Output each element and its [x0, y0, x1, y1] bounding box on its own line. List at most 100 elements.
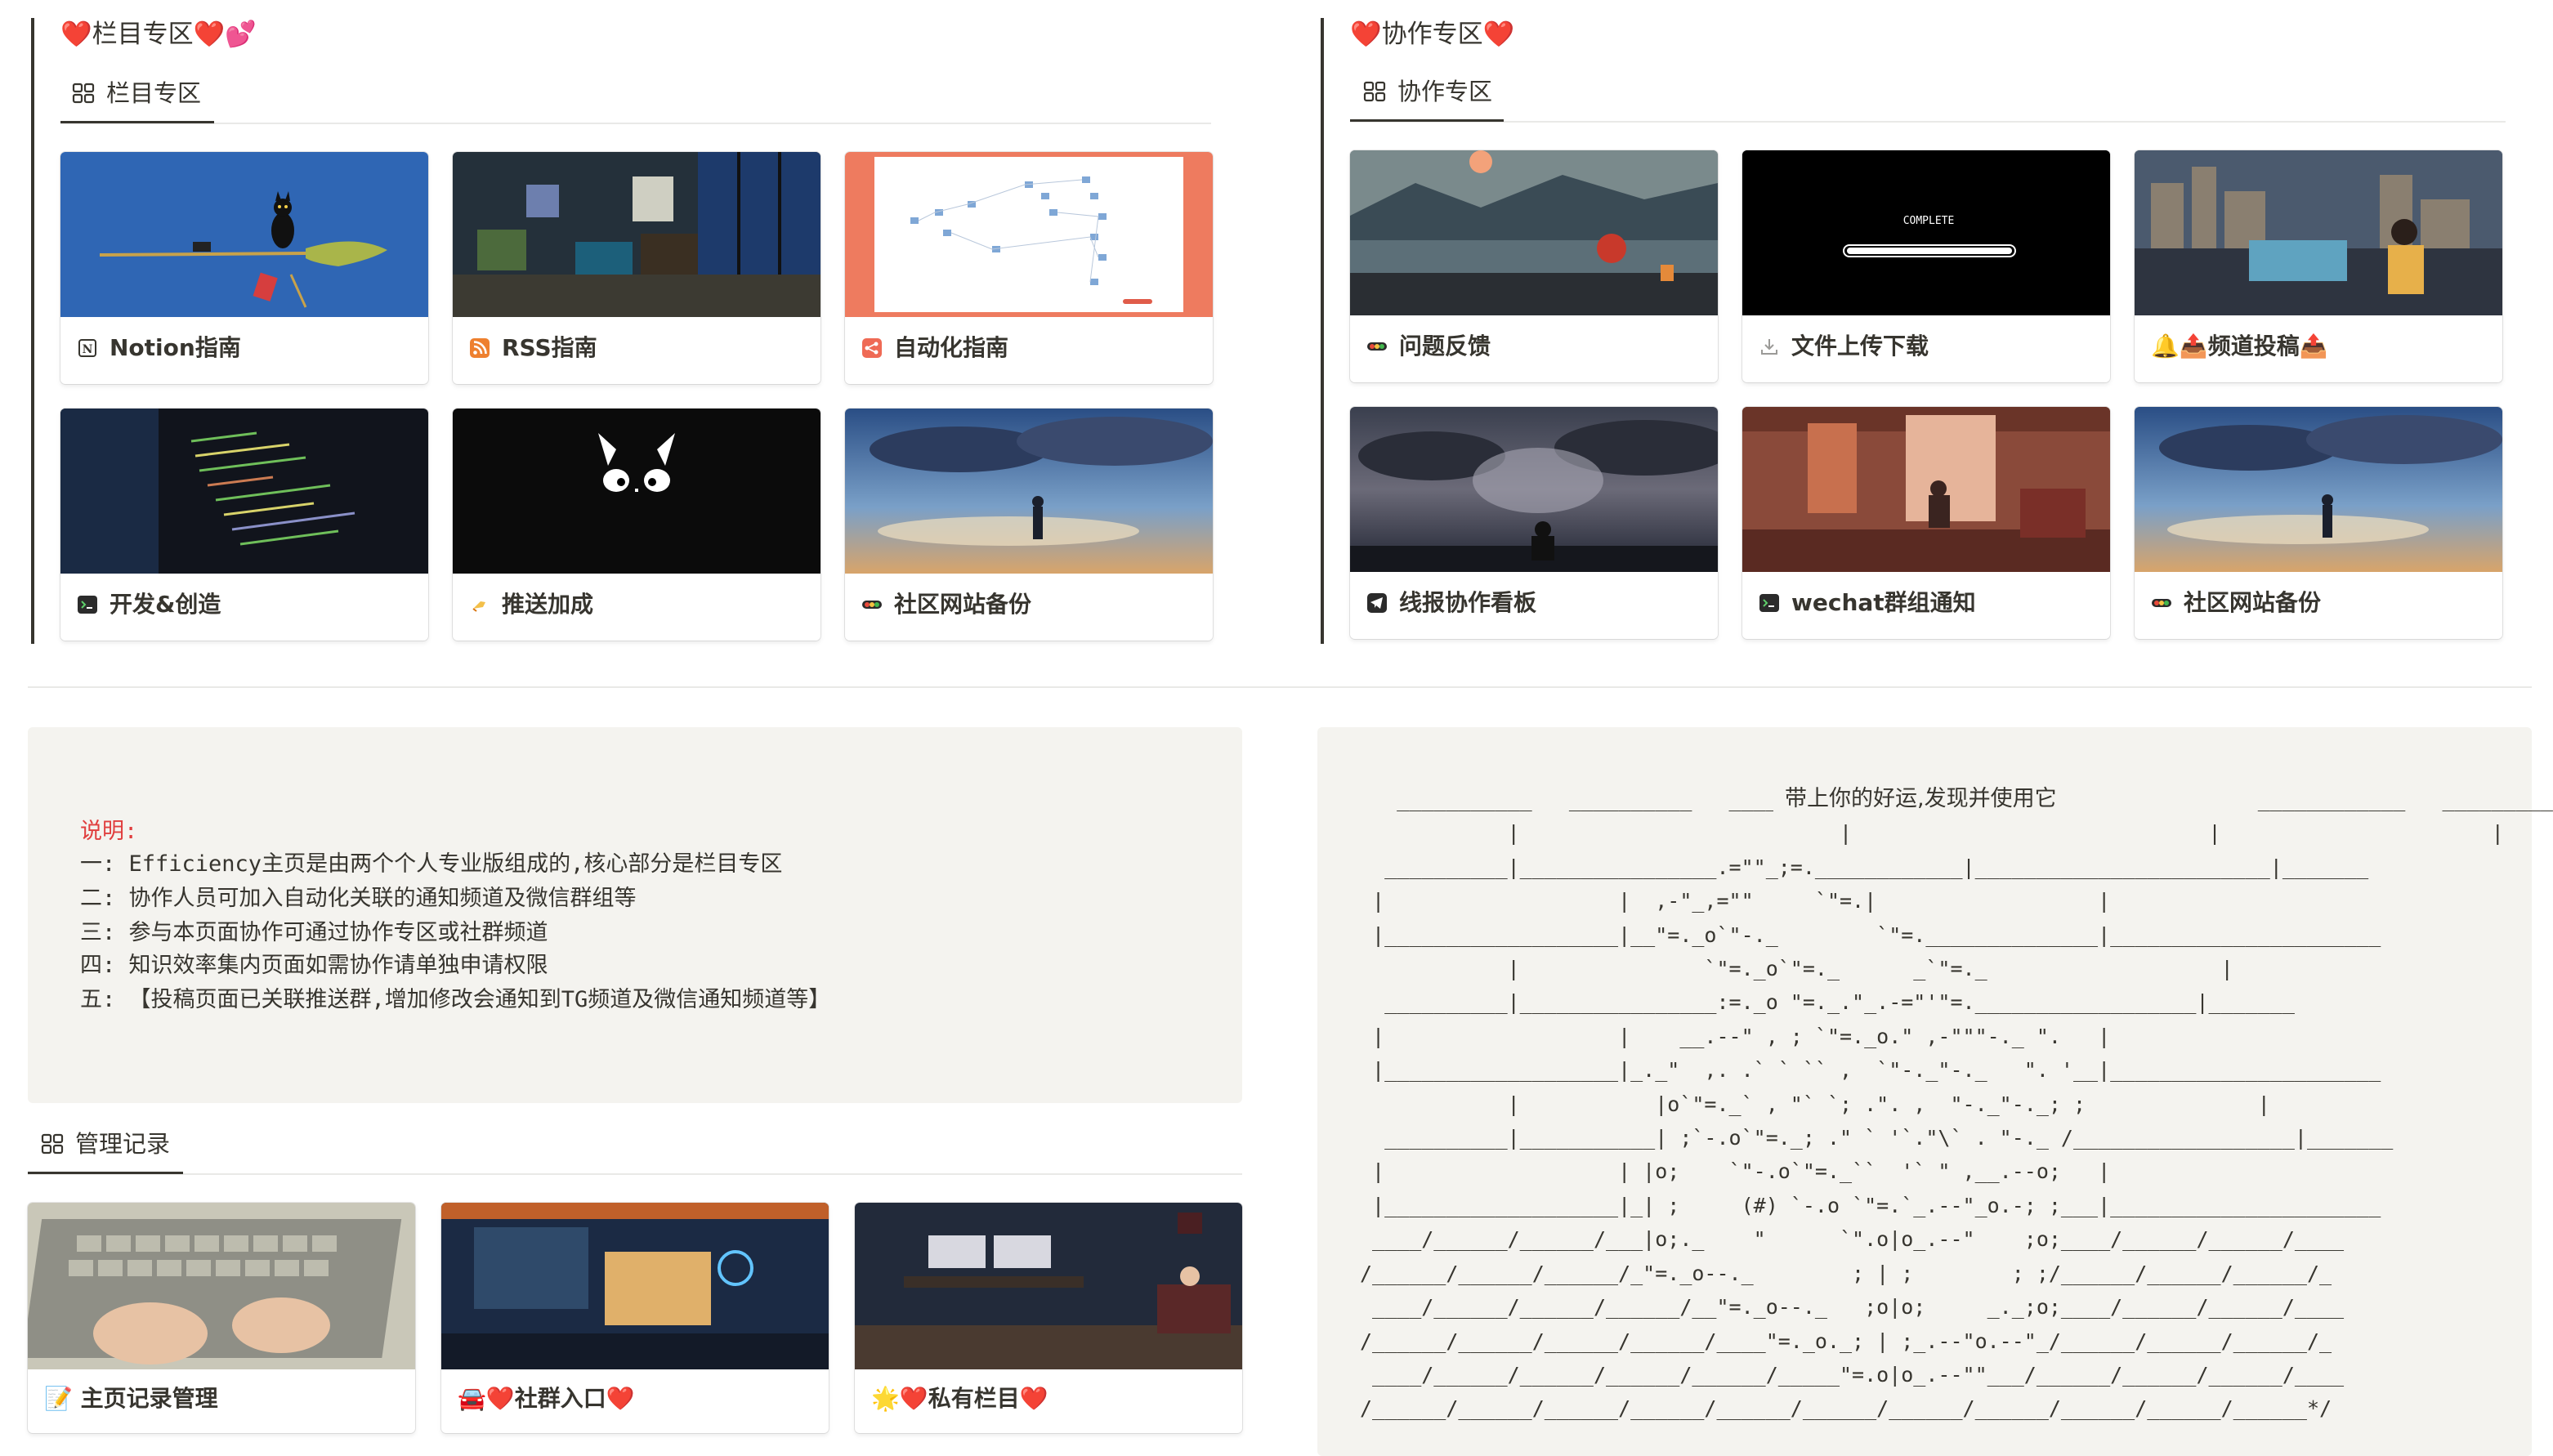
left-section-bar [31, 18, 34, 644]
sky-boy-image [845, 409, 1213, 574]
traffic-light-icon [1367, 342, 1387, 351]
starry-sky-image [1350, 407, 1718, 572]
card-title: 🚘❤️社群入口❤️ [458, 1384, 635, 1414]
card-push-boost[interactable]: 推送加成 [453, 409, 820, 641]
description-callout [28, 727, 1242, 1103]
card-cover [453, 409, 820, 574]
card-issue-feedback[interactable]: 问题反馈 [1350, 150, 1718, 382]
shop-front-image [441, 1203, 829, 1369]
traffic-light-icon [862, 601, 882, 609]
card-label: 🔔📤频道投稿📤 [2151, 333, 2328, 360]
card-community-backup[interactable]: 社区网站备份 [845, 409, 1213, 641]
card-label: 📝 主页记录管理 [44, 1385, 218, 1412]
card-label: 自动化指南 [894, 334, 1009, 361]
card-notion-guide[interactable]: N Notion指南 [60, 152, 428, 384]
card-cover [2135, 150, 2502, 315]
card-wechat-group-notice[interactable]: wechat群组通知 [1742, 407, 2110, 639]
card-cover [453, 152, 820, 317]
card-cover [845, 152, 1213, 317]
card-cover [60, 409, 428, 574]
telegram-icon [1367, 593, 1387, 613]
card-community-backup-2[interactable]: 社区网站备份 [2135, 407, 2502, 639]
card-title: 📝 主页记录管理 [44, 1384, 218, 1414]
rss-icon [470, 338, 490, 358]
card-title: 文件上传下载 [1759, 332, 1929, 361]
description-heading: 说明: [80, 819, 138, 844]
automation-icon [862, 338, 882, 358]
terminal-icon [78, 596, 97, 614]
tab-active-underline [60, 121, 214, 123]
card-cover [1350, 150, 1718, 315]
complete-text: COMPLETE [1903, 215, 1955, 227]
left-section-title: ❤️栏目专区❤️💕 [60, 20, 257, 49]
tab-label: 栏目专区 [106, 79, 202, 107]
card-homepage-record[interactable]: 📝 主页记录管理 [28, 1203, 415, 1433]
pixel-room-image [453, 152, 820, 317]
code-screen-image [60, 409, 428, 574]
lakeside-room-image [1350, 150, 1718, 315]
card-label: 社区网站备份 [894, 591, 1032, 618]
card-intel-board[interactable]: 线报协作看板 [1350, 407, 1718, 639]
tab-label: 协作专区 [1397, 78, 1493, 105]
card-rss-guide[interactable]: RSS指南 [453, 152, 820, 384]
description-line-3: 三: 参与本页面协作可通过协作专区或社群频道 [80, 920, 548, 945]
card-label: 🌟❤️私有栏目❤️ [871, 1385, 1048, 1412]
card-title: 推送加成 [469, 590, 593, 619]
right-section-bar [1321, 18, 1324, 644]
card-title: 🔔📤频道投稿📤 [2151, 332, 2328, 361]
description-line-1: 一: Efficiency主页是由两个个人专业版组成的,核心部分是栏目专区 [80, 851, 783, 877]
card-cover: COMPLETE [1742, 150, 2110, 315]
card-label: wechat群组通知 [1791, 589, 1976, 616]
card-private-column[interactable]: 🌟❤️私有栏目❤️ [855, 1203, 1242, 1433]
cat-face-image [453, 409, 820, 574]
city-night-desk-image [2135, 150, 2502, 315]
tab-active-underline [28, 1172, 183, 1174]
card-cover [845, 409, 1213, 574]
download-icon [1761, 339, 1777, 355]
card-title: 🌟❤️私有栏目❤️ [871, 1384, 1048, 1414]
card-automation-guide[interactable]: 自动化指南 [845, 152, 1213, 384]
witch-cat-broom-image [60, 152, 428, 317]
keyboard-hands-image [28, 1203, 415, 1369]
description-line-2: 二: 协作人员可加入自动化关联的通知频道及微信群组等 [80, 886, 637, 911]
card-cover [1350, 407, 1718, 572]
card-file-upload-download[interactable]: COMPLETE 文件上传下载 [1742, 150, 2110, 382]
workflow-screenshot-image [845, 152, 1213, 317]
card-label: RSS指南 [502, 334, 597, 361]
warm-room-guitar-image [1742, 407, 2110, 572]
gamer-room-image [855, 1203, 1242, 1369]
description-line-5: 五: 【投稿页面已关联推送群,增加修改会通知到TG频道及微信通知频道等】 [80, 987, 831, 1012]
tab-label: 管理记录 [75, 1130, 171, 1158]
tab-divider [1350, 121, 2506, 123]
card-channel-submission[interactable]: 🔔📤频道投稿📤 [2135, 150, 2502, 382]
svg-text:N: N [83, 343, 93, 356]
ascii-art-block: ___________ __________ _______ _________… [1360, 788, 2553, 1421]
card-cover [2135, 407, 2502, 572]
tab-collab-zone[interactable]: 协作专区 [1363, 77, 1492, 106]
card-title: 社区网站备份 [2151, 588, 2321, 618]
gallery-view-icon [1363, 81, 1386, 102]
tab-management-records[interactable]: 管理记录 [41, 1129, 170, 1159]
card-label: 推送加成 [502, 591, 594, 618]
card-title: 问题反馈 [1366, 332, 1491, 361]
tab-active-underline [1350, 119, 1504, 122]
card-label: Notion指南 [110, 334, 241, 361]
card-community-entrance[interactable]: 🚘❤️社群入口❤️ [441, 1203, 829, 1433]
gallery-view-icon [41, 1133, 64, 1155]
ascii-art-caption: 带上你的好运,发现并使用它 [1773, 783, 2068, 815]
card-label: 社区网站备份 [2184, 589, 2322, 616]
gallery-view-icon [72, 83, 95, 104]
card-title: wechat群组通知 [1759, 588, 1976, 618]
card-title: N Notion指南 [77, 333, 241, 363]
card-label: 🚘❤️社群入口❤️ [458, 1385, 635, 1412]
card-dev-create[interactable]: 开发&创造 [60, 409, 428, 641]
notion-icon: N [78, 339, 96, 357]
card-cover [855, 1203, 1242, 1369]
card-title: 线报协作看板 [1366, 588, 1536, 618]
tab-divider [28, 1173, 1242, 1175]
tab-column-zone[interactable]: 栏目专区 [72, 78, 201, 108]
tab-divider [60, 123, 1211, 124]
card-title: 开发&创造 [77, 590, 221, 619]
section-divider [28, 686, 2532, 688]
traffic-light-icon [2152, 599, 2171, 607]
